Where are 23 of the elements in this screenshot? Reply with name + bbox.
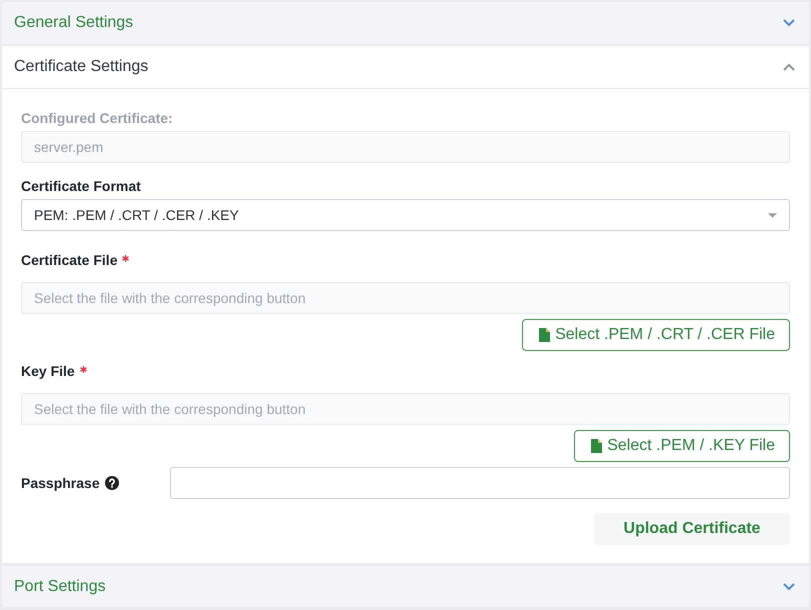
accordion-header[interactable]: General Settings <box>2 2 809 44</box>
passphrase-field[interactable] <box>170 467 790 499</box>
chevron-up-icon <box>783 63 795 71</box>
field-label: Configured Certificate: <box>21 110 174 127</box>
format-select[interactable]: PEM: .PEM / .CRT / .CER / .KEY <box>21 199 790 231</box>
upload-button[interactable]: Upload Certificate <box>594 513 790 545</box>
accordion-header[interactable]: Port Settings <box>2 566 809 607</box>
select-file-button[interactable]: Select .PEM / .KEY File <box>574 430 790 462</box>
readonly-field: server.pem <box>21 131 790 163</box>
file-icon <box>591 439 602 453</box>
field-label: Certificate File <box>21 252 118 269</box>
caret-icon <box>768 212 777 218</box>
accordion-header[interactable]: Certificate Settings <box>2 46 809 89</box>
file-path-field[interactable]: Select the file with the corresponding button <box>21 393 790 425</box>
select-file-button[interactable]: Select .PEM / .CRT / .CER File <box>522 319 790 351</box>
file-icon <box>539 328 550 342</box>
chevron-down-icon <box>783 19 795 27</box>
field-label: Key File <box>21 363 75 380</box>
chevron-down-icon <box>783 582 795 590</box>
field-label: Passphrase <box>21 474 100 492</box>
file-path-field[interactable]: Select the file with the corresponding button <box>21 282 790 314</box>
help-icon[interactable] <box>104 476 119 490</box>
field-label: Certificate Format <box>21 178 142 195</box>
